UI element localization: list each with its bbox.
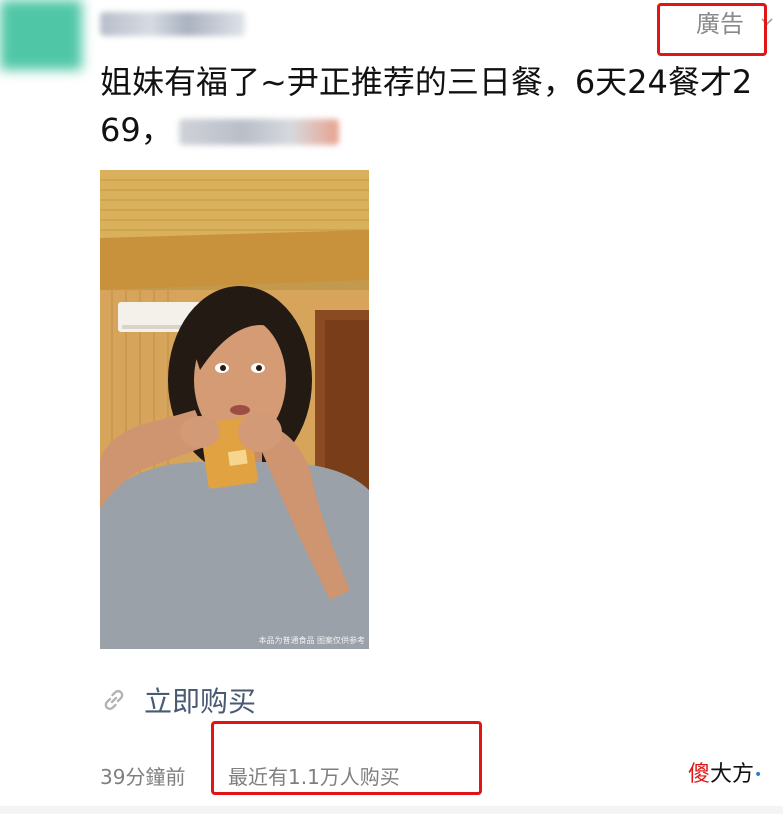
highlight-box-ad [657,3,767,56]
video-caption: 本品为普通食品 图案仅供参考 [258,636,365,645]
buy-now-label: 立即购买 [144,685,257,718]
section-divider [0,806,783,814]
post-headline[interactable]: 姐妹有福了~尹正推荐的三日餐，6天24餐才269， [100,58,766,154]
video-frame-illustration [100,170,369,649]
watermark-text: 大方 [710,762,755,787]
headline-blurred-tail [178,119,339,145]
link-icon [104,689,124,711]
watermark-red-char: 傻 [688,762,711,787]
author-name-blurred[interactable] [100,12,245,36]
watermark-dot: • [754,767,763,783]
post-time: 39分鐘前 [100,765,186,789]
highlight-box-buyers [211,721,482,795]
video-thumbnail[interactable]: 本品为普通食品 图案仅供参考 [100,170,369,649]
watermark: 傻大方• [688,760,763,790]
author-avatar[interactable] [0,0,82,70]
buy-now-link[interactable]: 立即购买 [100,680,256,720]
